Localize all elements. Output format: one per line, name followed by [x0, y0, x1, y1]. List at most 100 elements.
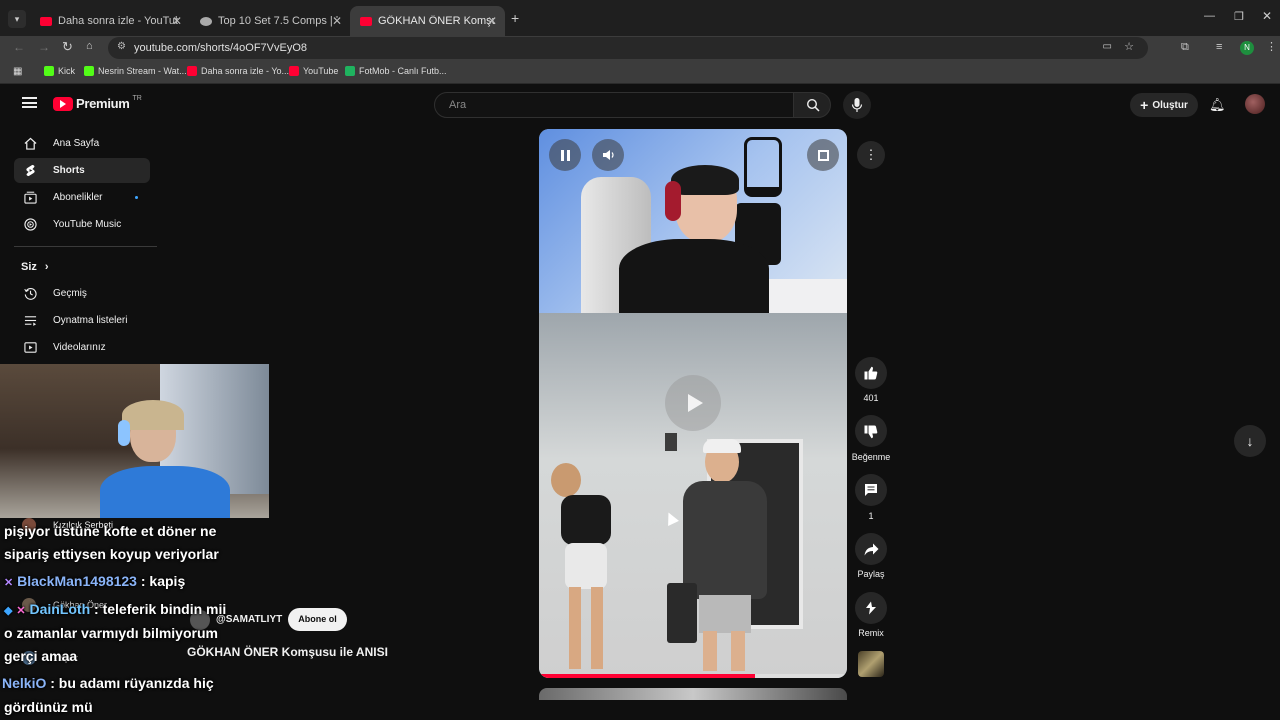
tft-favicon-icon: [200, 16, 212, 26]
browser-tab-bar: ▾ Daha sonra izle - YouTube ✕ Top 10 Set…: [0, 0, 1280, 36]
video-progress-fill: [539, 674, 755, 678]
hamburger-menu-icon[interactable]: [22, 97, 37, 108]
youtube-favicon-icon: [289, 66, 299, 76]
tab-search-button[interactable]: ▾: [8, 10, 26, 28]
next-short-button[interactable]: ↓: [1234, 425, 1266, 457]
chevron-right-icon: ›: [44, 261, 49, 273]
forward-icon[interactable]: →: [38, 40, 50, 54]
search-button[interactable]: [793, 92, 831, 118]
shorts-video-player[interactable]: [539, 129, 847, 678]
site-info-icon[interactable]: ⚙: [117, 41, 126, 52]
new-content-dot: [135, 196, 138, 199]
streamer-webcam-overlay: [0, 364, 269, 518]
chat-line: ◆ ✕ DainLoth : teleferik bindin mii: [4, 601, 227, 617]
play-icon: [687, 394, 703, 412]
shorts-icon: [26, 164, 35, 177]
apps-icon[interactable]: ▦: [13, 66, 22, 77]
playlist-icon: [24, 316, 37, 326]
woman-figure: [547, 463, 632, 673]
account-avatar[interactable]: [1245, 94, 1265, 114]
close-tab-icon[interactable]: ✕: [332, 14, 342, 28]
new-tab-button[interactable]: +: [511, 10, 519, 26]
url-text: youtube.com/shorts/4oOF7VvEyO8: [134, 42, 308, 54]
youtube-play-logo-icon: [53, 96, 73, 111]
kick-favicon-icon: [44, 66, 54, 76]
browser-menu-icon[interactable]: ⋮: [1266, 40, 1277, 53]
share-button[interactable]: [855, 533, 887, 565]
notifications-bell-icon[interactable]: 🔔︎: [1209, 97, 1226, 113]
back-icon[interactable]: ←: [13, 40, 25, 54]
chat-badge-icon: ✕: [16, 605, 26, 617]
dislike-label: Beğenme: [851, 452, 891, 462]
search-input[interactable]: Ara: [434, 92, 794, 118]
video-streamer-camera: [539, 129, 847, 313]
chat-badge-icon: ✕: [4, 577, 14, 589]
chat-line: ✕ BlackMan1498123 : kapiş: [4, 573, 186, 589]
bookmarks-bar: ▦ Kick Nesrin Stream - Wat... Daha sonra…: [0, 62, 1280, 84]
remix-label: Remix: [858, 628, 884, 638]
restore-window-icon[interactable]: ❐: [1234, 10, 1244, 23]
sidebar-item-youtube-music[interactable]: YouTube Music: [14, 212, 150, 237]
chat-line: pişiyor üstüne kofte et döner ne: [4, 523, 217, 539]
youtube-logo[interactable]: Premium TR: [53, 95, 142, 111]
audio-thumbnail[interactable]: [858, 651, 884, 677]
reload-icon[interactable]: ↻: [62, 39, 73, 55]
extensions-icon[interactable]: ⧉: [1181, 41, 1189, 54]
sidebar-you-heading[interactable]: Siz ›: [21, 261, 49, 273]
sidebar-divider: [14, 246, 157, 247]
like-button[interactable]: [855, 357, 887, 389]
fullscreen-icon: [817, 149, 829, 161]
home-browser-icon[interactable]: ⌂: [86, 40, 93, 52]
fullscreen-button[interactable]: [807, 139, 839, 171]
profile-avatar[interactable]: N: [1240, 41, 1254, 55]
address-bar[interactable]: ⚙ youtube.com/shorts/4oOF7VvEyO8 ▭ ☆: [108, 37, 1148, 59]
sidebar-item-subscriptions[interactable]: Abonelikler: [14, 185, 150, 210]
sidebar-item-home[interactable]: Ana Sayfa: [14, 131, 150, 156]
tab-tft-comps[interactable]: Top 10 Set 7.5 Comps | TFT Set ✕: [190, 6, 350, 36]
more-options-button[interactable]: ⋮: [857, 141, 885, 169]
sidebar-item-playlists[interactable]: Oynatma listeleri: [14, 308, 150, 333]
media-control-icon[interactable]: ≡: [1216, 41, 1222, 53]
chat-line: gördünüz mü: [4, 699, 93, 715]
next-short-preview[interactable]: [539, 688, 847, 700]
chat-line: NelkiO : bu adamı rüyanızda hiç: [2, 675, 214, 691]
close-window-icon[interactable]: ✕: [1262, 9, 1272, 23]
bookmark-youtube[interactable]: YouTube: [289, 66, 338, 76]
subscribe-button[interactable]: Abone ol: [288, 608, 347, 631]
center-play-indicator: [665, 375, 721, 431]
home-icon: [24, 137, 37, 150]
minimize-window-icon[interactable]: —: [1204, 10, 1215, 22]
pause-button[interactable]: [549, 139, 581, 171]
volume-button[interactable]: [592, 139, 624, 171]
kick-favicon-icon: [84, 66, 94, 76]
sidebar-item-your-videos[interactable]: Videolarınız: [14, 335, 150, 360]
bookmark-star-icon[interactable]: ☆: [1124, 40, 1134, 53]
tab-watch-later[interactable]: Daha sonra izle - YouTube ✕: [30, 6, 190, 36]
sidebar-item-shorts[interactable]: Shorts: [14, 158, 150, 183]
close-tab-icon[interactable]: ✕: [487, 14, 497, 28]
comments-button[interactable]: [855, 474, 887, 506]
close-tab-icon[interactable]: ✕: [172, 14, 182, 28]
create-button[interactable]: + Oluştur: [1130, 93, 1198, 117]
pause-icon: [560, 149, 570, 161]
install-app-icon[interactable]: ▭: [1103, 41, 1112, 52]
remix-button[interactable]: [855, 592, 887, 624]
tab-current-short[interactable]: GÖKHAN ÖNER Komşusu ile ✕: [350, 6, 505, 36]
microphone-icon: [851, 98, 863, 112]
bookmark-fotmob[interactable]: FotMob - Canlı Futb...: [345, 66, 447, 76]
chat-badge-icon: ◆: [4, 605, 13, 617]
streamer-hair: [671, 165, 739, 195]
history-icon: [24, 288, 37, 300]
webcam-person: [100, 400, 230, 518]
voice-search-button[interactable]: [843, 91, 871, 119]
bookmark-nesrin-stream[interactable]: Nesrin Stream - Wat...: [84, 66, 187, 76]
speaker-icon: [602, 150, 614, 160]
chat-line: sipariş ettiysen koyup veriyorlar: [4, 546, 219, 562]
bookmark-watch-later[interactable]: Daha sonra izle - Yo...: [187, 66, 289, 76]
headphones: [665, 181, 681, 221]
bookmark-kick[interactable]: Kick: [44, 66, 75, 76]
video-progress-bar[interactable]: [539, 674, 847, 678]
short-title[interactable]: GÖKHAN ÖNER Komşusu ile ANISI: [187, 645, 388, 659]
dislike-button[interactable]: [855, 415, 887, 447]
sidebar-item-history[interactable]: Geçmiş: [14, 281, 150, 306]
